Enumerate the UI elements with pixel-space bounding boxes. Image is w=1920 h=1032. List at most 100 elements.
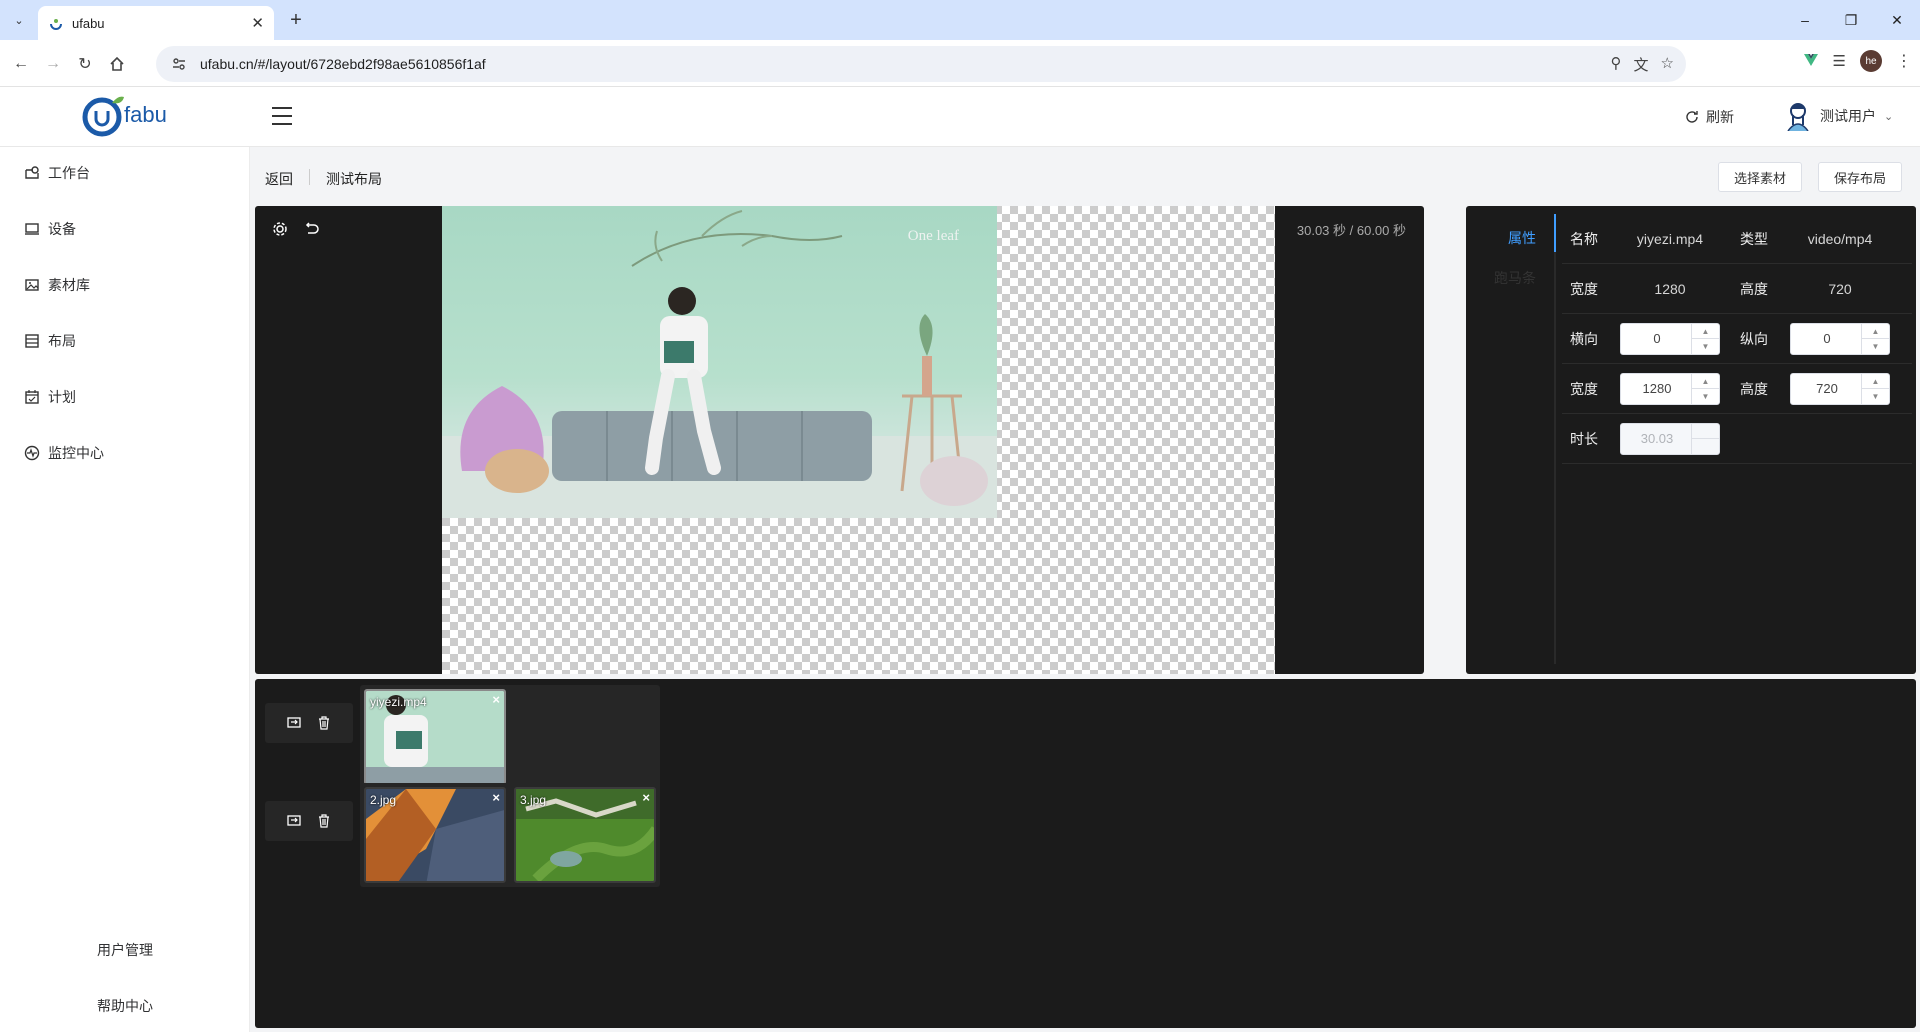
timeline-clip[interactable]: 3.jpg × bbox=[514, 787, 656, 883]
bookmark-star-icon[interactable]: ☆ bbox=[1661, 54, 1674, 75]
refresh-label: 刷新 bbox=[1706, 109, 1734, 125]
increment-icon[interactable]: ▲ bbox=[1862, 374, 1889, 389]
timeline-clip[interactable]: 2.jpg × bbox=[364, 787, 506, 883]
track-add-icon[interactable] bbox=[286, 813, 302, 829]
sidebar-item-devices[interactable]: 设备 bbox=[24, 217, 76, 241]
sidebar-item-workbench[interactable]: 工作台 bbox=[24, 161, 90, 185]
prop-label: 高度 bbox=[1740, 380, 1768, 397]
timeline-clip[interactable]: yiyezi.mp4 × bbox=[364, 689, 506, 785]
minimize-icon[interactable]: – bbox=[1782, 0, 1828, 40]
back-link[interactable]: 返回 bbox=[265, 169, 293, 189]
vue-devtools-icon[interactable] bbox=[1803, 52, 1819, 71]
track-controls bbox=[265, 703, 353, 743]
menu-toggle-icon[interactable] bbox=[272, 107, 292, 125]
track-lane[interactable]: 2.jpg × 3.jpg × bbox=[360, 783, 660, 887]
width-stepper[interactable]: 1280 ▲ ▼ bbox=[1620, 372, 1720, 405]
x-position-stepper[interactable]: 0 ▲ ▼ bbox=[1620, 322, 1720, 355]
new-tab-plus-icon[interactable]: + bbox=[284, 8, 308, 32]
sidebar-item-label: 设备 bbox=[48, 221, 76, 237]
track-add-icon[interactable] bbox=[286, 715, 302, 731]
video-region[interactable]: One leaf bbox=[442, 206, 997, 518]
forward-arrow-icon[interactable]: → bbox=[40, 51, 66, 77]
monitor-icon bbox=[25, 223, 39, 235]
tab-close-icon[interactable]: ✕ bbox=[251, 14, 264, 32]
y-position-value[interactable]: 0 bbox=[1791, 324, 1863, 354]
prop-label: 横向 bbox=[1570, 330, 1598, 347]
increment-icon[interactable]: ▲ bbox=[1692, 324, 1719, 339]
reload-icon[interactable]: ↻ bbox=[72, 51, 98, 77]
decrement-icon bbox=[1692, 439, 1719, 454]
clip-remove-icon[interactable]: × bbox=[492, 692, 500, 707]
clip-remove-icon[interactable]: × bbox=[642, 790, 650, 805]
user-menu[interactable]: 测试用户 ⌄ bbox=[1784, 101, 1893, 131]
clip-label: yiyezi.mp4 bbox=[370, 695, 427, 709]
dashboard-icon bbox=[25, 166, 39, 179]
layout-editor: 返回 测试布局 选择素材 保存布局 30.03 秒 / 60.00 秒 One … bbox=[250, 147, 1920, 1032]
close-window-icon[interactable]: ✕ bbox=[1874, 0, 1920, 40]
ufabu-logo[interactable]: fabu bbox=[82, 93, 167, 137]
refresh-button[interactable]: 刷新 bbox=[1684, 107, 1734, 127]
image-library-icon bbox=[25, 279, 39, 291]
url-text[interactable]: ufabu.cn/#/layout/6728ebd2f98ae5610856f1… bbox=[200, 56, 1611, 72]
password-key-icon[interactable]: ⚲ bbox=[1611, 54, 1622, 75]
clip-remove-icon[interactable]: × bbox=[492, 790, 500, 805]
app-root: fabu 刷新 测试用户 ⌄ 工作台 设备 素材库 布局 计划 监控中心 用户管… bbox=[0, 87, 1920, 1032]
prop-label: 宽度 bbox=[1570, 280, 1598, 297]
decrement-icon[interactable]: ▼ bbox=[1692, 389, 1719, 404]
layout-canvas[interactable]: One leaf bbox=[442, 206, 1275, 674]
back-arrow-icon[interactable]: ← bbox=[8, 51, 34, 77]
profile-avatar[interactable]: he bbox=[1860, 50, 1882, 72]
restore-icon[interactable]: ❐ bbox=[1828, 0, 1874, 40]
omnibox[interactable]: ufabu.cn/#/layout/6728ebd2f98ae5610856f1… bbox=[156, 46, 1686, 82]
sidebar-item-plan[interactable]: 计划 bbox=[24, 385, 76, 409]
video-caption: One leaf bbox=[907, 228, 959, 244]
height-stepper[interactable]: 720 ▲ ▼ bbox=[1790, 372, 1890, 405]
translate-icon[interactable]: 文 bbox=[1634, 54, 1649, 75]
prop-label: 名称 bbox=[1570, 230, 1598, 247]
trash-icon[interactable] bbox=[316, 715, 332, 731]
tab-marquee[interactable]: 跑马条 bbox=[1494, 268, 1536, 288]
extensions-puzzle-icon[interactable]: ☰ bbox=[1833, 52, 1846, 70]
sidebar-item-layout[interactable]: 布局 bbox=[24, 329, 76, 353]
decrement-icon[interactable]: ▼ bbox=[1862, 389, 1889, 404]
decrement-icon[interactable]: ▼ bbox=[1862, 339, 1889, 354]
height-value[interactable]: 720 bbox=[1791, 374, 1863, 404]
properties-tabs: 属性 跑马条 bbox=[1466, 214, 1556, 664]
decrement-icon[interactable]: ▼ bbox=[1692, 339, 1719, 354]
browser-menu-icon[interactable]: ⋮ bbox=[1896, 51, 1912, 71]
site-info-icon[interactable] bbox=[170, 55, 188, 73]
divider bbox=[309, 169, 310, 185]
x-position-value[interactable]: 0 bbox=[1621, 324, 1693, 354]
sidebar-item-monitoring[interactable]: 监控中心 bbox=[24, 441, 104, 465]
track-lane[interactable]: yiyezi.mp4 × bbox=[360, 685, 660, 789]
trash-icon[interactable] bbox=[316, 813, 332, 829]
active-tab-indicator bbox=[1554, 214, 1556, 252]
tab-properties[interactable]: 属性 bbox=[1508, 228, 1536, 248]
width-value[interactable]: 1280 bbox=[1621, 374, 1693, 404]
prop-label: 宽度 bbox=[1570, 380, 1598, 397]
increment-icon[interactable]: ▲ bbox=[1862, 324, 1889, 339]
prop-row: 宽度 1280 高度 720 bbox=[1562, 264, 1912, 314]
settings-gear-icon[interactable] bbox=[271, 220, 289, 238]
browser-tabstrip: ⌄ ufabu ✕ + – ❐ ✕ bbox=[0, 0, 1920, 40]
tab-search-chevron-icon[interactable]: ⌄ bbox=[8, 9, 30, 31]
prop-row: 名称 yiyezi.mp4 类型 video/mp4 bbox=[1562, 214, 1912, 264]
save-layout-button[interactable]: 保存布局 bbox=[1818, 162, 1903, 192]
duration-value: 30.03 bbox=[1640, 430, 1674, 446]
y-position-stepper[interactable]: 0 ▲ ▼ bbox=[1790, 322, 1890, 355]
layout-icon bbox=[25, 334, 39, 348]
sidebar-user-management[interactable]: 用户管理 bbox=[0, 940, 250, 960]
address-bar-row: ← → ↻ ufabu.cn/#/layout/6728ebd2f98ae561… bbox=[0, 40, 1920, 87]
sidebar-item-library[interactable]: 素材库 bbox=[24, 273, 90, 297]
sidebar-help-center[interactable]: 帮助中心 bbox=[0, 996, 250, 1016]
track-controls bbox=[265, 801, 353, 841]
reset-icon[interactable] bbox=[303, 220, 321, 238]
ufabu-favicon-icon bbox=[50, 19, 62, 30]
select-material-button[interactable]: 选择素材 bbox=[1718, 162, 1803, 192]
duration-stepper: 30.03 bbox=[1620, 422, 1720, 455]
playback-time: 30.03 秒 / 60.00 秒 bbox=[1296, 223, 1406, 238]
properties-panel: 属性 跑马条 名称 yiyezi.mp4 类型 video/mp4 宽度 128… bbox=[1466, 206, 1916, 674]
home-icon[interactable] bbox=[104, 51, 130, 77]
increment-icon[interactable]: ▲ bbox=[1692, 374, 1719, 389]
browser-tab[interactable]: ufabu ✕ bbox=[38, 6, 274, 40]
